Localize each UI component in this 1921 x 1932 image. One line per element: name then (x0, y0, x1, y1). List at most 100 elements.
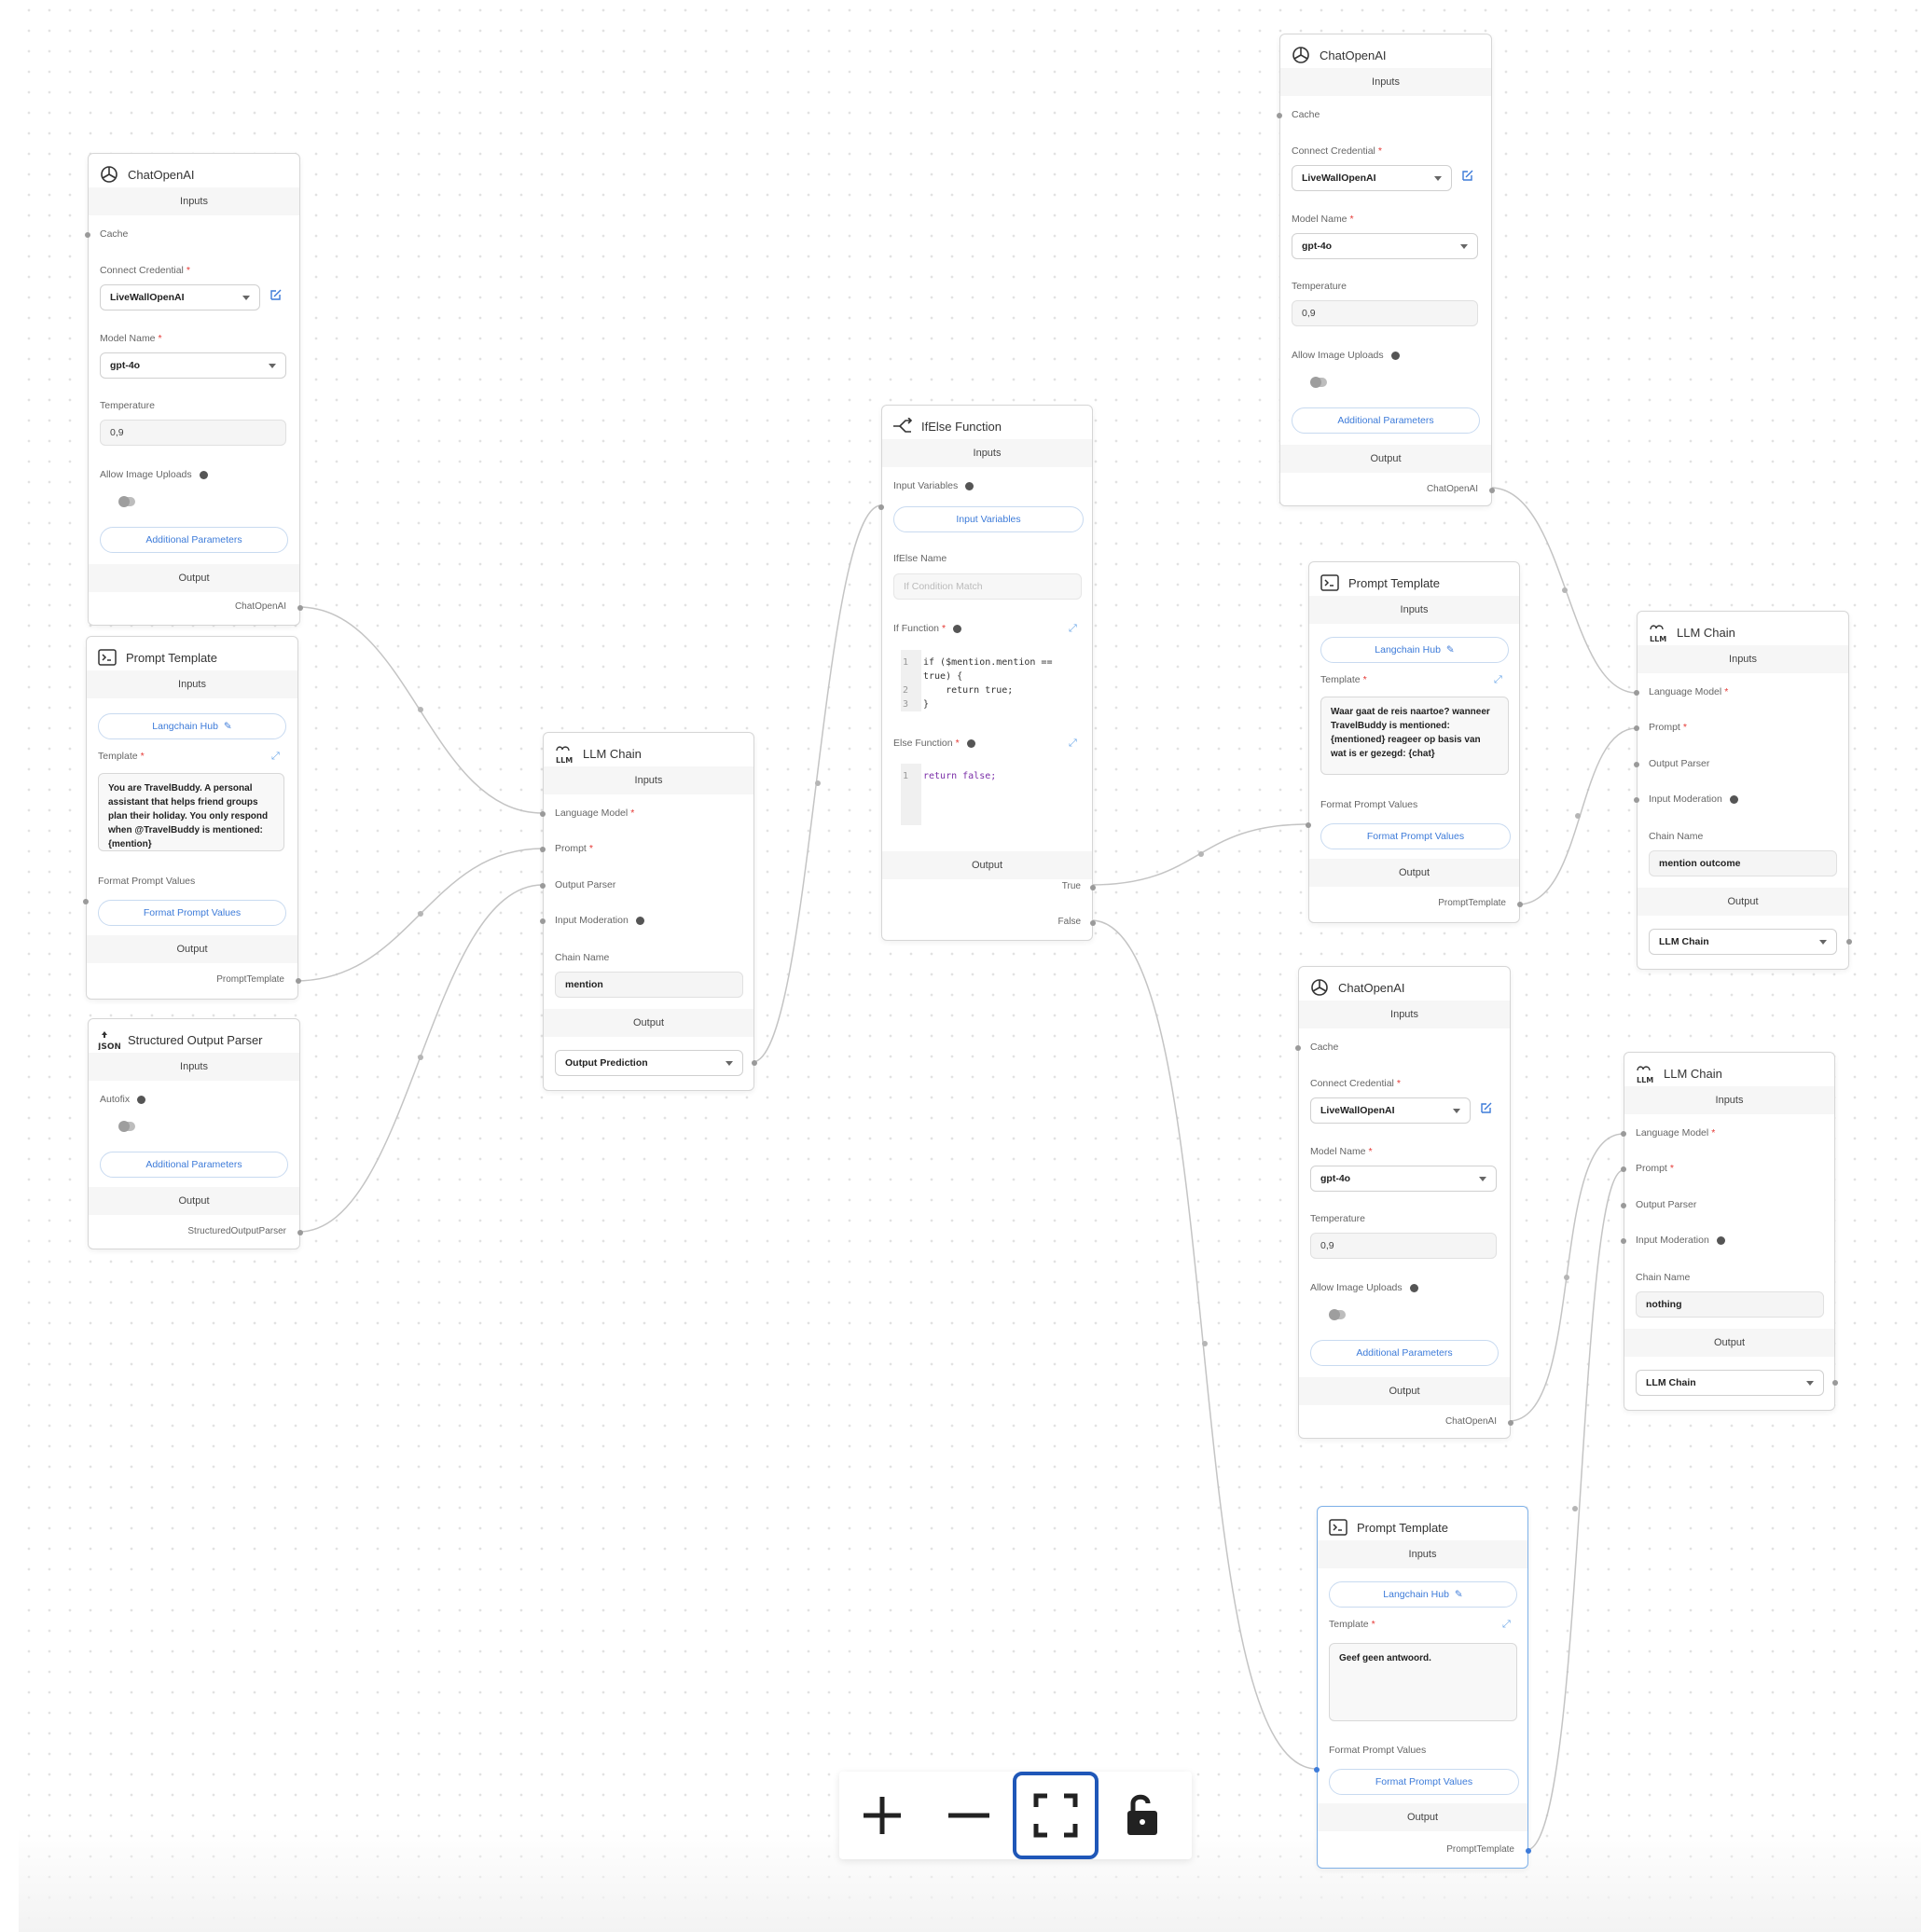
expand-icon[interactable]: ⤢ (1069, 623, 1077, 635)
node-ifelse-function[interactable]: IfElse Function Inputs Input Variables I… (878, 405, 1096, 941)
output-handle[interactable] (1526, 1848, 1531, 1854)
chain-name-input[interactable]: nothing (1636, 1291, 1824, 1318)
expand-icon[interactable]: ⤢ (271, 751, 280, 763)
expand-icon[interactable]: ⤢ (1069, 738, 1077, 750)
info-icon (965, 481, 974, 490)
output-handle[interactable] (752, 1060, 757, 1066)
output-header: Output (544, 1009, 753, 1037)
autofix-toggle[interactable] (118, 1121, 135, 1132)
langchain-hub-button[interactable]: Langchain Hub ✎ (1320, 637, 1509, 663)
node-chatopenai-3[interactable]: ChatOpenAI Inputs Cache Connect Credenti… (1295, 966, 1513, 1439)
expand-icon[interactable]: ⤢ (1502, 1619, 1511, 1631)
node-prompt-template-3[interactable]: Prompt Template Inputs Langchain Hub ✎ Te… (1314, 1506, 1531, 1869)
output-select[interactable]: LLM Chain (1636, 1370, 1824, 1396)
additional-parameters-button[interactable]: Additional Parameters (100, 527, 288, 553)
output-select[interactable]: LLM Chain (1649, 929, 1837, 955)
chain-name-label: Chain Name (1649, 831, 1704, 842)
output-handle[interactable] (1846, 939, 1852, 945)
format-prompt-values-button[interactable]: Format Prompt Values (98, 900, 286, 926)
node-chatopenai-1[interactable]: ChatOpenAI Inputs Cache Connect Credenti… (85, 153, 303, 626)
output-handle[interactable] (1508, 1420, 1513, 1426)
input-variables-handle[interactable] (878, 504, 884, 510)
output-handle[interactable] (297, 605, 303, 611)
input-moderation-handle[interactable] (1634, 797, 1639, 803)
output-handle[interactable] (1832, 1380, 1838, 1386)
additional-parameters-button[interactable]: Additional Parameters (1310, 1340, 1499, 1366)
zoom-out-button[interactable] (926, 1772, 1012, 1859)
node-structured-output-parser[interactable]: JSON Structured Output Parser Inputs Auto… (88, 1018, 303, 1249)
false-output-handle[interactable] (1090, 920, 1096, 926)
ifelse-name-input[interactable]: If Condition Match (893, 573, 1082, 600)
output-handle[interactable] (1489, 488, 1495, 493)
allow-image-uploads-toggle[interactable] (118, 496, 135, 507)
format-prompt-values-handle[interactable] (1314, 1767, 1320, 1773)
temperature-input[interactable]: 0,9 (1310, 1233, 1497, 1259)
additional-parameters-button[interactable]: Additional Parameters (100, 1152, 288, 1178)
openai-icon (1308, 976, 1331, 999)
output-header: Output (1638, 888, 1848, 916)
temperature-input[interactable]: 0,9 (1292, 300, 1478, 326)
output-handle[interactable] (296, 978, 301, 984)
template-textarea[interactable]: Waar gaat de reis naartoe? wanneer Trave… (1320, 697, 1509, 775)
else-function-editor[interactable]: 1 return false; (903, 769, 996, 783)
if-function-editor[interactable]: 1 if ($mention.mention == true) { 2 retur… (903, 656, 1052, 711)
credential-select[interactable]: LiveWallOpenAI (1292, 165, 1452, 191)
credential-select[interactable]: LiveWallOpenAI (1310, 1097, 1471, 1124)
llm-chain-icon: LLM (1634, 1062, 1656, 1084)
input-moderation-handle[interactable] (1621, 1238, 1626, 1244)
input-moderation-handle[interactable] (540, 918, 546, 924)
node-llm-chain-3[interactable]: LLM LLM Chain Inputs Language Model * Prom… (1621, 1052, 1838, 1411)
output-handle[interactable] (297, 1230, 303, 1235)
language-model-handle[interactable] (540, 811, 546, 817)
input-variables-button[interactable]: Input Variables (893, 506, 1084, 532)
cache-handle[interactable] (85, 232, 90, 238)
language-model-handle[interactable] (1621, 1131, 1626, 1137)
allow-image-uploads-toggle[interactable] (1329, 1309, 1346, 1320)
temperature-input[interactable]: 0,9 (100, 420, 286, 446)
model-name-select[interactable]: gpt-4o (1292, 233, 1478, 259)
edit-credential-icon[interactable] (269, 287, 283, 305)
output-handle[interactable] (1517, 902, 1523, 907)
output-parser-handle[interactable] (540, 883, 546, 889)
chain-name-input[interactable]: mention outcome (1649, 850, 1837, 876)
inputs-header: Inputs (1624, 1086, 1834, 1114)
node-title: ChatOpenAI (128, 167, 195, 182)
format-prompt-values-handle[interactable] (1306, 822, 1311, 828)
edit-credential-icon[interactable] (1479, 1100, 1494, 1118)
prompt-handle[interactable] (1634, 725, 1639, 731)
edit-credential-icon[interactable] (1460, 168, 1475, 186)
node-llm-chain-2[interactable]: LLM LLM Chain Inputs Language Model * Prom… (1634, 611, 1852, 970)
node-chatopenai-2[interactable]: ChatOpenAI Inputs Cache Connect Credenti… (1277, 34, 1495, 506)
node-prompt-template-1[interactable]: Prompt Template Inputs Langchain Hub ✎ Te… (83, 636, 301, 1000)
expand-icon[interactable]: ⤢ (1494, 674, 1502, 686)
format-prompt-values-button[interactable]: Format Prompt Values (1320, 823, 1511, 849)
prompt-handle[interactable] (1621, 1166, 1626, 1172)
node-llm-chain-1[interactable]: LLM LLM Chain Inputs Language Model * Prom… (540, 732, 757, 1091)
model-name-select[interactable]: gpt-4o (1310, 1166, 1497, 1192)
format-prompt-values-handle[interactable] (83, 899, 89, 904)
fit-view-button[interactable] (1013, 1772, 1099, 1859)
chain-name-input[interactable]: mention (555, 972, 743, 998)
output-select[interactable]: Output Prediction (555, 1050, 743, 1076)
output-parser-handle[interactable] (1621, 1203, 1626, 1208)
true-output-handle[interactable] (1090, 885, 1096, 890)
langchain-hub-button[interactable]: Langchain Hub ✎ (98, 713, 286, 739)
additional-parameters-button[interactable]: Additional Parameters (1292, 407, 1480, 434)
model-name-select[interactable]: gpt-4o (100, 352, 286, 379)
format-prompt-values-button[interactable]: Format Prompt Values (1329, 1769, 1519, 1795)
langchain-hub-button[interactable]: Langchain Hub ✎ (1329, 1581, 1517, 1608)
svg-text:LLM: LLM (1650, 635, 1666, 642)
credential-select[interactable]: LiveWallOpenAI (100, 284, 260, 310)
language-model-handle[interactable] (1634, 690, 1639, 696)
node-prompt-template-2[interactable]: Prompt Template Inputs Langchain Hub ✎ Te… (1306, 561, 1523, 923)
lock-button[interactable] (1099, 1772, 1185, 1859)
allow-image-uploads-toggle[interactable] (1310, 377, 1327, 388)
prompt-handle[interactable] (540, 847, 546, 852)
template-textarea[interactable]: You are TravelBuddy. A personal assistan… (98, 773, 284, 851)
code-line: true) { (923, 671, 963, 682)
output-parser-handle[interactable] (1634, 762, 1639, 767)
zoom-in-button[interactable] (839, 1772, 925, 1859)
cache-handle[interactable] (1277, 113, 1282, 118)
cache-handle[interactable] (1295, 1045, 1301, 1051)
template-textarea[interactable]: Geef geen antwoord. (1329, 1643, 1517, 1721)
